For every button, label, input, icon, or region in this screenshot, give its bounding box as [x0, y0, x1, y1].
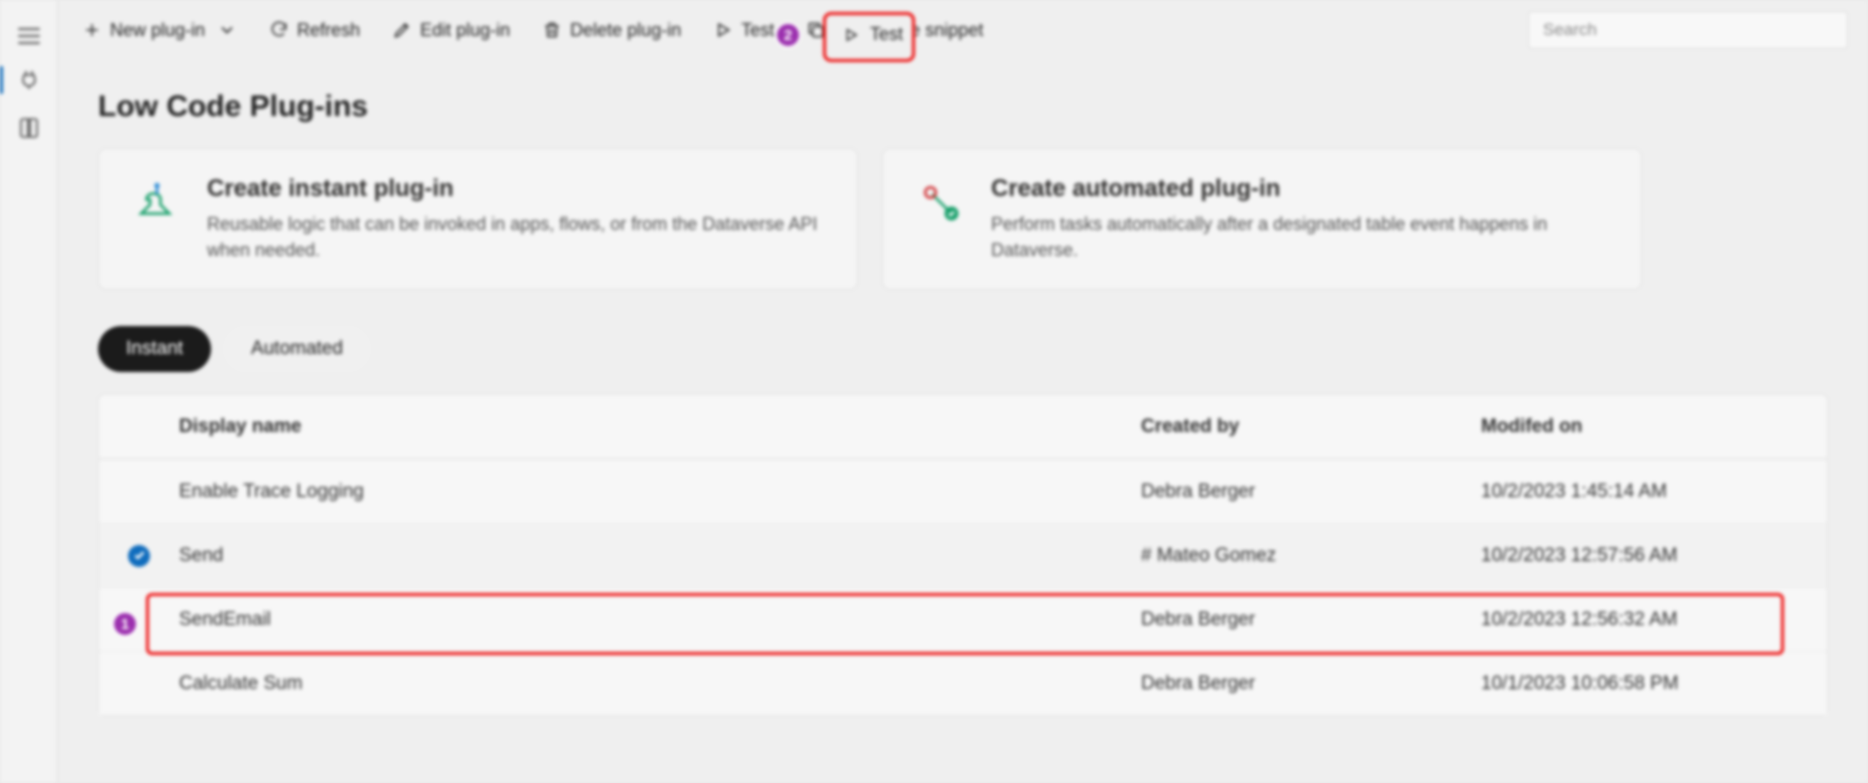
new-plugin-button[interactable]: New plug-in — [70, 12, 249, 49]
cell-mod: 10/2/2023 1:45:14 AM — [1481, 481, 1821, 503]
table-row[interactable]: SendEmail Debra Berger 10/2/2023 12:56:3… — [99, 587, 1827, 651]
search-placeholder: Search — [1543, 20, 1597, 40]
left-rail — [0, 0, 58, 783]
plugin-nav-icon[interactable] — [17, 68, 41, 92]
table-header-row: Display name Created by Modifed on — [99, 395, 1827, 459]
page-title: Low Code Plug-ins — [98, 90, 1828, 124]
content-area: Low Code Plug-ins Create instant plug-in… — [58, 60, 1868, 783]
search-input[interactable]: Search — [1528, 11, 1848, 49]
plus-icon — [82, 20, 102, 40]
test-button[interactable]: Test — [701, 12, 786, 49]
book-nav-icon[interactable] — [17, 116, 41, 140]
cell-name: Enable Trace Logging — [179, 481, 1141, 503]
refresh-label: Refresh — [297, 20, 360, 41]
cell-by: Debra Berger — [1141, 673, 1481, 695]
tab-instant[interactable]: Instant — [98, 326, 211, 372]
cell-by: Debra Berger — [1141, 481, 1481, 503]
delete-plugin-button[interactable]: Delete plug-in — [530, 12, 693, 49]
delete-plugin-label: Delete plug-in — [570, 20, 681, 41]
cell-mod: 10/1/2023 10:06:58 PM — [1481, 673, 1821, 695]
cell-mod: 10/2/2023 12:56:32 AM — [1481, 609, 1821, 631]
new-plugin-label: New plug-in — [110, 20, 205, 41]
refresh-button[interactable]: Refresh — [257, 12, 372, 49]
create-automated-card[interactable]: Create automated plug-in Perform tasks a… — [882, 148, 1642, 290]
copy-snippet-label: Copy code snippet — [834, 20, 983, 41]
cell-by: Debra Berger — [1141, 609, 1481, 631]
play-icon — [713, 20, 733, 40]
edit-plugin-button[interactable]: Edit plug-in — [380, 12, 522, 49]
cell-name: Send — [179, 545, 1141, 567]
table-row[interactable]: Calculate Sum Debra Berger 10/1/2023 10:… — [99, 651, 1827, 715]
col-display-name[interactable]: Display name — [179, 416, 1141, 438]
menu-icon[interactable] — [18, 28, 40, 44]
instant-icon — [129, 175, 185, 231]
create-instant-card[interactable]: Create instant plug-in Reusable logic th… — [98, 148, 858, 290]
instant-card-title: Create instant plug-in — [207, 175, 827, 203]
refresh-icon — [269, 20, 289, 40]
instant-card-desc: Reusable logic that can be invoked in ap… — [207, 211, 827, 263]
table-row[interactable]: Enable Trace Logging Debra Berger 10/2/2… — [99, 459, 1827, 523]
cell-mod: 10/2/2023 12:57:56 AM — [1481, 545, 1821, 567]
automated-card-desc: Perform tasks automatically after a desi… — [991, 211, 1611, 263]
cell-name: SendEmail — [179, 609, 1141, 631]
tab-group: Instant Automated — [98, 326, 1828, 372]
plugin-table: Display name Created by Modifed on Enabl… — [98, 394, 1828, 716]
copy-snippet-button[interactable]: Copy code snippet — [794, 12, 995, 49]
col-created-by[interactable]: Created by — [1141, 416, 1481, 438]
automated-icon — [913, 175, 969, 231]
command-bar: New plug-in Refresh Edit plug-in Delete … — [58, 0, 1868, 60]
table-row-selected[interactable]: Send # Mateo Gomez 10/2/2023 12:57:56 AM — [99, 523, 1827, 587]
cell-by: # Mateo Gomez — [1141, 545, 1481, 567]
trash-icon — [542, 20, 562, 40]
cell-name: Calculate Sum — [179, 673, 1141, 695]
test-label: Test — [741, 20, 774, 41]
edit-plugin-label: Edit plug-in — [420, 20, 510, 41]
chevron-down-icon — [217, 20, 237, 40]
tab-automated[interactable]: Automated — [223, 326, 371, 372]
pencil-icon — [392, 20, 412, 40]
col-modified-on[interactable]: Modifed on — [1481, 416, 1821, 438]
copy-icon — [806, 20, 826, 40]
row-selected-check-icon[interactable] — [128, 545, 150, 567]
automated-card-title: Create automated plug-in — [991, 175, 1611, 203]
